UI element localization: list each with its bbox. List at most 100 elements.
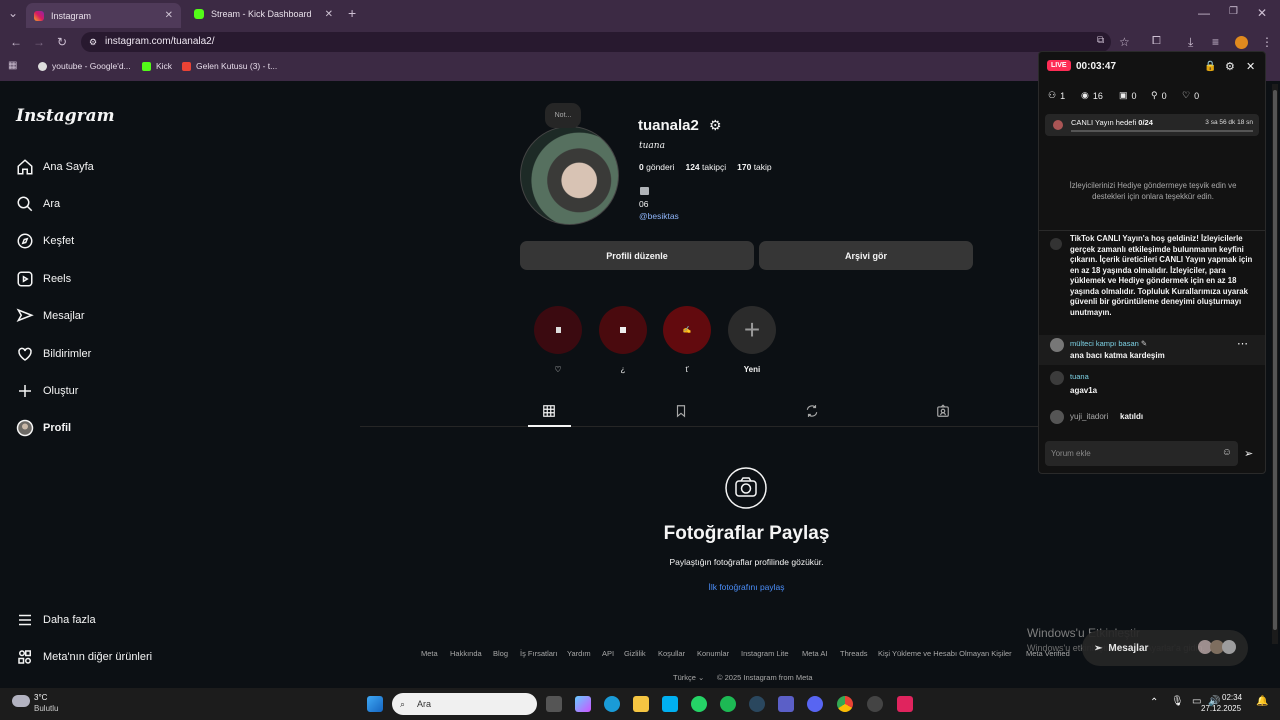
highlight-2[interactable] — [599, 306, 647, 354]
app-icon[interactable] — [897, 696, 913, 712]
footer-link[interactable]: Gizlilik — [624, 649, 646, 658]
discord-icon[interactable] — [807, 696, 823, 712]
footer-link[interactable]: Threads — [840, 649, 868, 658]
followers-stat[interactable]: 124 takipçi — [685, 162, 726, 172]
weather-temp[interactable]: 3°C — [34, 693, 47, 702]
clock-time[interactable]: 02:34 — [1222, 693, 1242, 702]
site-info-icon[interactable]: ⚙ — [89, 32, 97, 52]
footer-link[interactable]: İş Fırsatları — [520, 649, 558, 658]
posts-stat[interactable]: 0 gönderi — [639, 162, 674, 172]
chevron-up-icon[interactable]: ⌃ — [1150, 697, 1158, 708]
join-user[interactable]: yuji_itadori — [1070, 412, 1108, 421]
sidebar-item-messages[interactable]: Mesajlar — [16, 307, 85, 325]
file-explorer-icon[interactable] — [633, 696, 649, 712]
bookmark-gmail[interactable]: Gelen Kutusu (3) - t... — [182, 61, 277, 71]
minimize-icon[interactable]: — — [1198, 6, 1210, 20]
live-goal-bar[interactable]: CANLI Yayın hedefi 0/24 3 sa 56 dk 18 sn — [1045, 114, 1259, 136]
close-tab-icon[interactable]: ✕ — [165, 10, 173, 21]
note-bubble[interactable]: Not... — [545, 103, 581, 128]
sidebar-item-create[interactable]: Oluştur — [16, 382, 78, 400]
bio-mention-link[interactable]: @besiktas — [639, 211, 679, 221]
saved-tab-icon[interactable] — [674, 404, 688, 418]
language-select[interactable]: Türkçe ⌄ — [673, 673, 704, 682]
apps-grid-icon[interactable]: ▦ — [8, 60, 17, 71]
install-app-icon[interactable]: ⧉ — [1097, 35, 1104, 46]
back-icon[interactable]: ← — [10, 35, 22, 49]
tab-instagram[interactable]: Instagram ✕ — [26, 3, 181, 28]
clock-date[interactable]: 27.12.2025 — [1201, 704, 1241, 713]
spotify-icon[interactable] — [720, 696, 736, 712]
profile-avatar-icon[interactable] — [1235, 36, 1248, 49]
chat-username[interactable]: mülteci kampı basan ✎ — [1070, 339, 1147, 348]
tab-list-icon[interactable]: ⌄ — [8, 6, 18, 20]
address-bar[interactable]: ⚙ instagram.com/tuanala2/ — [81, 32, 1111, 52]
tagged-tab-icon[interactable] — [936, 404, 950, 418]
footer-link[interactable]: Meta — [421, 649, 438, 658]
footer-link[interactable]: Hakkında — [450, 649, 482, 658]
edge-icon[interactable] — [604, 696, 620, 712]
messages-toast[interactable]: ➢ Mesajlar — [1082, 630, 1248, 666]
following-stat[interactable]: 170 takip — [737, 162, 772, 172]
maximize-icon[interactable]: ❐ — [1229, 6, 1238, 17]
skype-icon[interactable] — [662, 696, 678, 712]
edit-profile-button[interactable]: Profili düzenle — [520, 241, 754, 270]
steam-icon[interactable] — [749, 696, 765, 712]
new-tab-icon[interactable]: + — [348, 5, 356, 21]
sidebar-item-more[interactable]: Daha fazla — [16, 611, 96, 629]
sidebar-item-meta[interactable]: Meta'nın diğer ürünleri — [16, 648, 152, 666]
taskbar-search[interactable]: ⌕ Ara — [392, 693, 537, 715]
footer-link[interactable]: Kişi Yükleme ve Hesabı Olmayan Kişiler — [878, 649, 1012, 658]
bookmark-kick[interactable]: Kick — [142, 61, 172, 71]
settings-gear-icon[interactable]: ⚙ — [709, 118, 724, 133]
profile-avatar[interactable] — [520, 126, 619, 225]
footer-link[interactable]: Konumlar — [697, 649, 729, 658]
task-view-icon[interactable] — [546, 696, 562, 712]
page-scrollbar[interactable] — [1272, 84, 1278, 644]
view-archive-button[interactable]: Arşivi gör — [759, 241, 973, 270]
reposts-tab-icon[interactable] — [805, 404, 819, 418]
new-highlight-button[interactable]: + — [728, 306, 776, 354]
comment-input[interactable]: Yorum ekle ☺ — [1045, 441, 1238, 466]
footer-link[interactable]: Meta AI — [802, 649, 827, 658]
lock-icon[interactable]: 🔒 — [1204, 61, 1216, 72]
footer-link[interactable]: Blog — [493, 649, 508, 658]
footer-link[interactable]: API — [602, 649, 614, 658]
settings-gear-icon[interactable]: ⚙ — [1225, 60, 1235, 73]
scrollbar-thumb[interactable] — [1273, 90, 1277, 630]
more-icon[interactable]: ⋯ — [1237, 337, 1248, 350]
chrome-icon[interactable] — [837, 696, 853, 712]
sidebar-item-search[interactable]: Ara — [16, 195, 60, 213]
notifications-bell-icon[interactable]: 🔔 — [1256, 696, 1268, 707]
sidebar-item-explore[interactable]: Keşfet — [16, 232, 74, 250]
extensions-icon[interactable]: ⧠ — [1152, 35, 1161, 48]
forward-icon[interactable]: → — [33, 35, 45, 49]
microphone-icon[interactable]: 🎙 — [1171, 696, 1184, 707]
close-tab-icon[interactable]: ✕ — [325, 9, 333, 20]
sidebar-item-reels[interactable]: Reels — [16, 270, 71, 288]
sidebar-item-home[interactable]: Ana Sayfa — [16, 158, 94, 176]
reload-icon[interactable]: ↻ — [57, 35, 67, 49]
footer-link[interactable]: Yardım — [567, 649, 591, 658]
footer-link[interactable]: Instagram Lite — [741, 649, 789, 658]
whatsapp-icon[interactable] — [691, 696, 707, 712]
share-first-photo-link[interactable]: İlk fotoğrafını paylaş — [560, 582, 933, 592]
close-window-icon[interactable]: ✕ — [1257, 6, 1267, 20]
app-icon[interactable] — [867, 696, 883, 712]
teams-icon[interactable] — [778, 696, 794, 712]
bookmark-star-icon[interactable]: ☆ — [1119, 35, 1130, 49]
tab-kick[interactable]: Stream - Kick Dashboard ✕ — [186, 3, 341, 25]
grid-tab-icon[interactable] — [542, 404, 556, 418]
close-icon[interactable]: ✕ — [1246, 60, 1255, 73]
footer-link[interactable]: Koşullar — [658, 649, 685, 658]
menu-kebab-icon[interactable]: ⋮ — [1261, 35, 1273, 49]
download-icon[interactable]: ⤓ — [1188, 35, 1193, 50]
copilot-icon[interactable] — [575, 696, 591, 712]
bookmark-youtube[interactable]: youtube - Google'd... — [38, 61, 131, 71]
windows-start-icon[interactable] — [367, 696, 383, 712]
chat-username[interactable]: tuana — [1070, 372, 1089, 381]
sidebar-item-notifications[interactable]: Bildirimler — [16, 345, 91, 363]
highlight-3[interactable]: ✍ — [663, 306, 711, 354]
send-icon[interactable]: ➢ — [1244, 447, 1253, 460]
highlight-1[interactable] — [534, 306, 582, 354]
reading-list-icon[interactable]: ≡ — [1212, 35, 1219, 49]
